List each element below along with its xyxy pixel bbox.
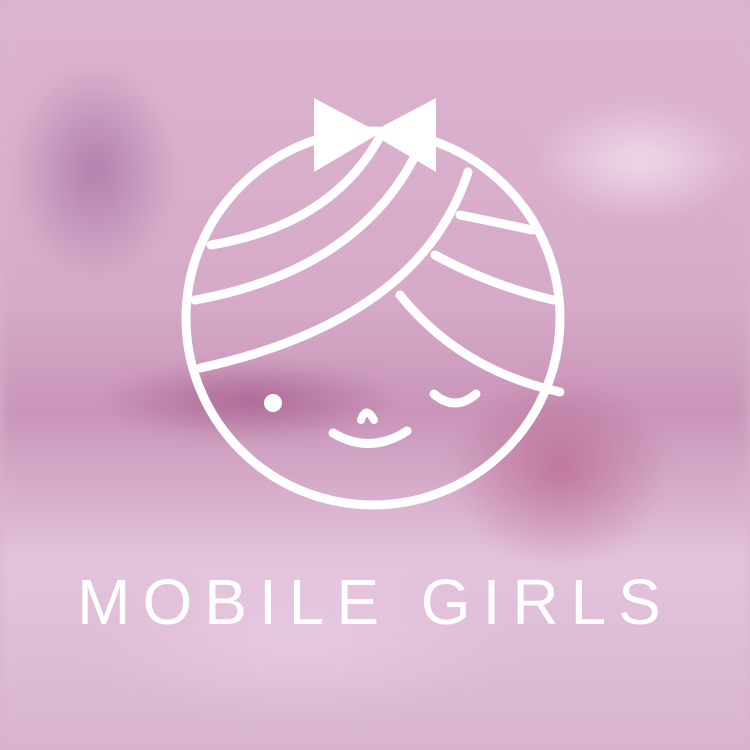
brand-name: MOBILE GIRLS [77,566,673,638]
